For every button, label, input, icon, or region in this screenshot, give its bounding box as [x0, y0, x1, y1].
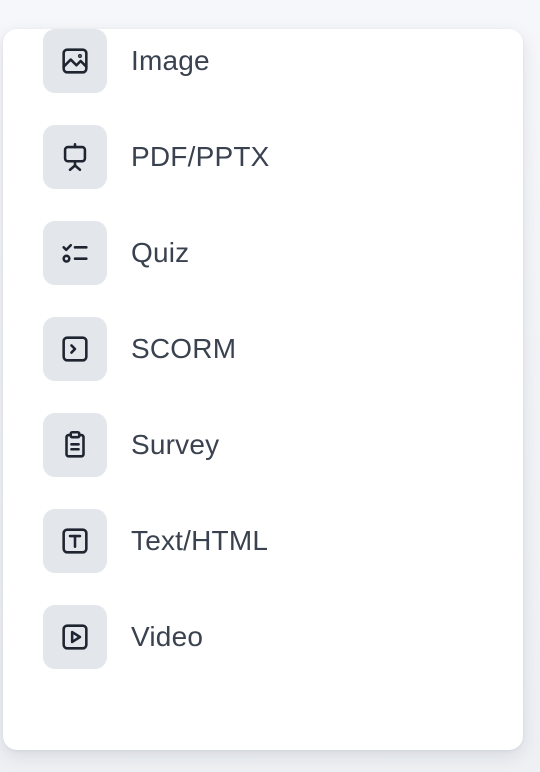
- menu-item-scorm[interactable]: SCORM: [3, 317, 523, 381]
- menu-item-text-html[interactable]: Text/HTML: [3, 509, 523, 573]
- menu-item-quiz[interactable]: Quiz: [3, 221, 523, 285]
- menu-item-label: SCORM: [131, 333, 237, 364]
- menu-item-label: Quiz: [131, 237, 190, 268]
- menu-item-label: PDF/PPTX: [131, 141, 270, 172]
- menu-item-video[interactable]: Video: [3, 605, 523, 669]
- clipboard-icon: [43, 413, 107, 477]
- menu-item-pdf-pptx[interactable]: PDF/PPTX: [3, 125, 523, 189]
- text-icon: [43, 509, 107, 573]
- menu-item-list: Image PDF/PPTX Quiz SCORM Survey Text/HT…: [3, 29, 523, 669]
- content-type-menu: Image PDF/PPTX Quiz SCORM Survey Text/HT…: [3, 29, 523, 750]
- menu-item-survey[interactable]: Survey: [3, 413, 523, 477]
- menu-item-label: Video: [131, 621, 204, 652]
- checklist-icon: [43, 221, 107, 285]
- presentation-icon: [43, 125, 107, 189]
- image-icon: [43, 29, 107, 93]
- play-icon: [43, 605, 107, 669]
- menu-item-label: Text/HTML: [131, 525, 269, 556]
- menu-item-label: Image: [131, 45, 210, 76]
- terminal-icon: [43, 317, 107, 381]
- menu-item-image[interactable]: Image: [3, 29, 523, 93]
- menu-item-label: Survey: [131, 429, 220, 460]
